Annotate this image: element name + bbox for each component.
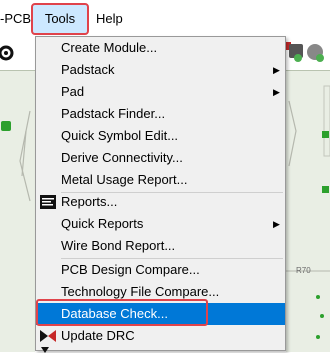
reports-icon [40, 195, 56, 209]
submenu-arrow-icon: ▶ [273, 219, 280, 229]
menu-item-technology-file-compare[interactable]: Technology File Compare... [36, 281, 285, 303]
menu-item-metal-usage-report[interactable]: Metal Usage Report... [36, 169, 285, 191]
tools-dropdown-menu: Create Module... Padstack ▶ Pad ▶ Padsta… [35, 36, 286, 353]
canvas-right: R70 [286, 70, 330, 352]
menu-item-pad[interactable]: Pad ▶ [36, 81, 285, 103]
scroll-down-icon[interactable] [41, 347, 49, 353]
menu-help[interactable]: Help [96, 10, 123, 28]
menu-item-padstack[interactable]: Padstack ▶ [36, 59, 285, 81]
menu-pcb[interactable]: -PCB [0, 10, 31, 28]
settings-icon[interactable] [0, 42, 16, 64]
toolbar-right [286, 36, 330, 70]
canvas-left [0, 70, 35, 352]
menu-item-create-module[interactable]: Create Module... [36, 37, 285, 59]
submenu-arrow-icon: ▶ [273, 87, 280, 97]
menu-item-derive-connectivity[interactable]: Derive Connectivity... [36, 147, 285, 169]
canvas-left-shapes [19, 110, 31, 202]
menu-bar: -PCB Tools Help [0, 0, 330, 37]
menu-item-reports[interactable]: Reports... [36, 191, 285, 213]
menu-item-update-drc[interactable]: Update DRC [36, 325, 285, 347]
menu-item-quick-symbol-edit[interactable]: Quick Symbol Edit... [36, 125, 285, 147]
menu-item-wire-bond-report[interactable]: Wire Bond Report... [36, 235, 285, 257]
submenu-arrow-icon: ▶ [273, 65, 280, 75]
menu-item-database-check[interactable]: Database Check... [36, 303, 285, 325]
menu-tools[interactable]: Tools [33, 4, 87, 34]
toolbar-right-icons[interactable] [286, 36, 330, 70]
update-drc-icon [40, 330, 56, 342]
menu-item-pcb-design-compare[interactable]: PCB Design Compare... [36, 259, 285, 281]
toolbar-left [0, 36, 35, 70]
canvas-right-shapes [286, 85, 330, 339]
menu-item-quick-reports[interactable]: Quick Reports ▶ [36, 213, 285, 235]
canvas-ref-label: R70 [296, 266, 311, 275]
menu-item-padstack-finder[interactable]: Padstack Finder... [36, 103, 285, 125]
